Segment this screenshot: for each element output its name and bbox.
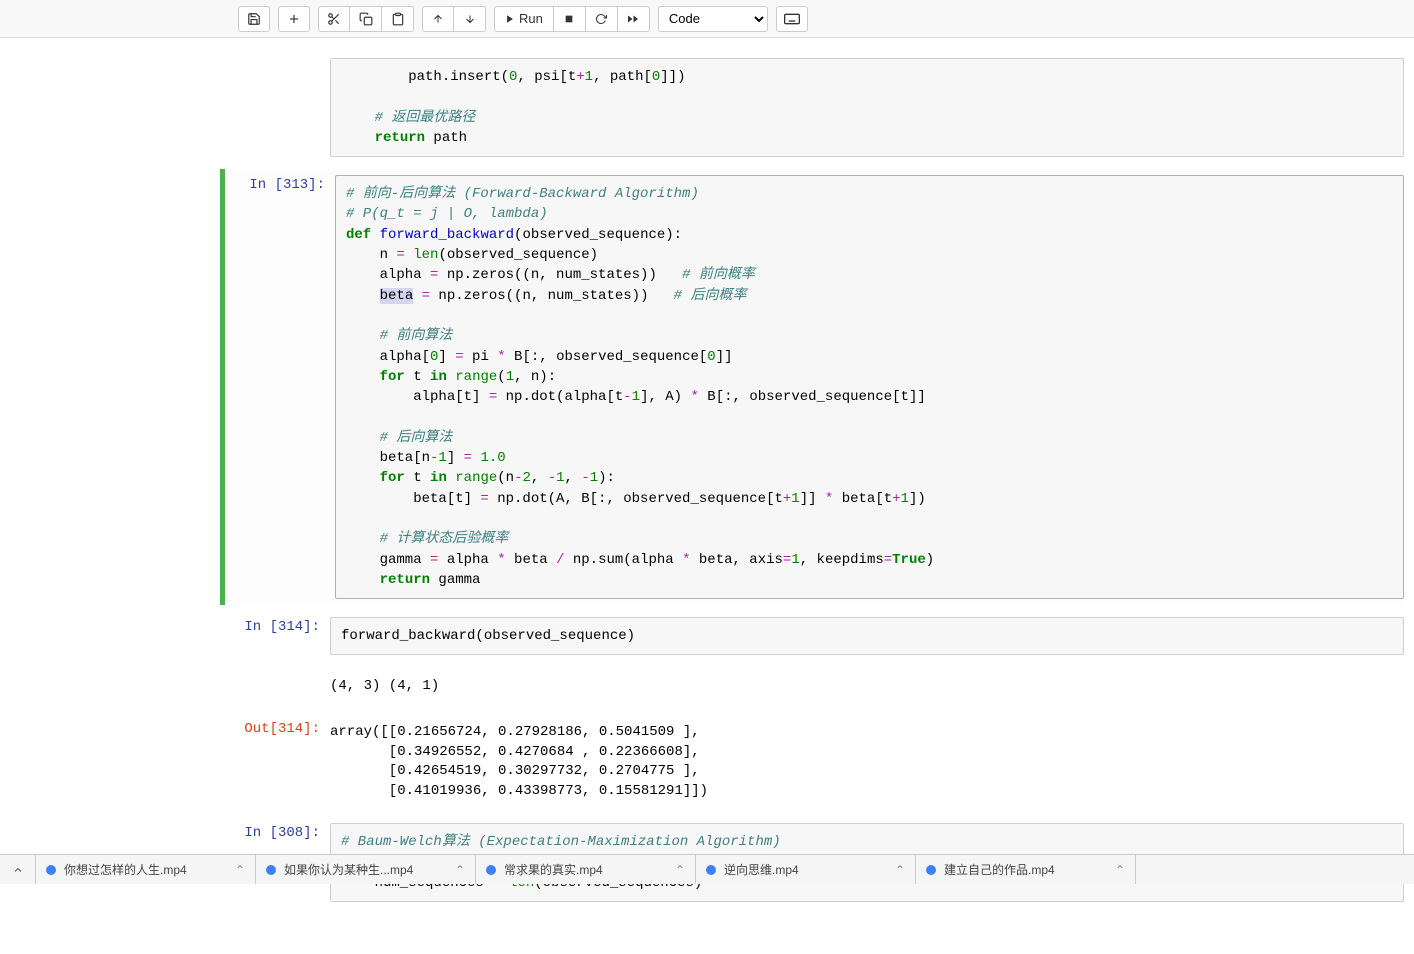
output-cell: Out[314]: array([[0.21656724, 0.27928186…	[220, 713, 1404, 811]
expand-tabs-button[interactable]	[0, 855, 36, 884]
chevron-up-icon: ⌃	[1115, 863, 1125, 877]
keyboard-icon	[784, 13, 800, 25]
download-filename: 如果你认为某种生...mp4	[284, 861, 413, 878]
chevron-up-icon: ⌃	[895, 863, 905, 877]
download-item[interactable]: 逆向思维.mp4 ⌃	[696, 855, 916, 884]
copy-icon	[359, 12, 373, 26]
download-item[interactable]: 常求果的真实.mp4 ⌃	[476, 855, 696, 884]
interrupt-button[interactable]	[554, 6, 586, 32]
paste-button[interactable]	[382, 6, 414, 32]
run-button-label: Run	[519, 11, 543, 26]
download-filename: 建立自己的作品.mp4	[944, 861, 1055, 878]
move-up-button[interactable]	[422, 6, 454, 32]
stop-icon	[564, 14, 574, 24]
copy-button[interactable]	[350, 6, 382, 32]
chevron-up-icon: ⌃	[235, 863, 245, 877]
download-filename: 逆向思维.mp4	[724, 861, 799, 878]
execute-result: array([[0.21656724, 0.27928186, 0.504150…	[330, 719, 1404, 805]
restart-icon	[595, 13, 607, 25]
download-filename: 常求果的真实.mp4	[504, 861, 603, 878]
code-editor[interactable]: forward_backward(observed_sequence)	[330, 617, 1404, 655]
notebook-container: path.insert(0, psi[t+1, path[0]]) # 返回最优…	[0, 38, 1414, 954]
output-prompt: Out[314]:	[220, 715, 330, 809]
save-button[interactable]	[238, 6, 270, 32]
file-status-dot	[486, 865, 496, 875]
file-status-dot	[926, 865, 936, 875]
code-cell[interactable]: path.insert(0, psi[t+1, path[0]]) # 返回最优…	[220, 52, 1404, 163]
download-filename: 你想过怎样的人生.mp4	[64, 861, 187, 878]
download-item[interactable]: 如果你认为某种生...mp4 ⌃	[256, 855, 476, 884]
output-cell: (4, 3) (4, 1)	[220, 667, 1404, 707]
input-prompt: In [314]:	[220, 613, 330, 659]
paste-icon	[391, 12, 405, 26]
input-prompt: In [313]:	[225, 171, 335, 603]
arrow-up-icon	[432, 13, 444, 25]
chevron-up-icon	[12, 864, 24, 876]
chevron-up-icon: ⌃	[675, 863, 685, 877]
cell-type-select[interactable]: Code	[658, 6, 768, 32]
save-icon	[247, 12, 261, 26]
chevron-up-icon: ⌃	[455, 863, 465, 877]
code-editor[interactable]: # 前向-后向算法 (Forward-Backward Algorithm) #…	[335, 175, 1404, 599]
file-status-dot	[266, 865, 276, 875]
input-prompt	[220, 54, 330, 161]
code-editor[interactable]: path.insert(0, psi[t+1, path[0]]) # 返回最优…	[330, 58, 1404, 157]
output-prompt	[220, 669, 330, 705]
notebook-toolbar: Run Code	[0, 0, 1414, 38]
download-bar: 你想过怎样的人生.mp4 ⌃ 如果你认为某种生...mp4 ⌃ 常求果的真实.m…	[0, 854, 1414, 884]
file-status-dot	[46, 865, 56, 875]
fast-forward-icon	[627, 13, 639, 25]
plus-icon	[287, 12, 301, 26]
restart-run-all-button[interactable]	[618, 6, 650, 32]
code-cell-selected[interactable]: In [313]: # 前向-后向算法 (Forward-Backward Al…	[220, 169, 1404, 605]
stdout-text: (4, 3) (4, 1)	[330, 673, 1404, 701]
cut-icon	[327, 12, 341, 26]
run-button[interactable]: Run	[494, 6, 554, 32]
play-icon	[505, 14, 515, 24]
cut-button[interactable]	[318, 6, 350, 32]
download-item[interactable]: 你想过怎样的人生.mp4 ⌃	[36, 855, 256, 884]
insert-cell-button[interactable]	[278, 6, 310, 32]
arrow-down-icon	[464, 13, 476, 25]
file-status-dot	[706, 865, 716, 875]
download-item[interactable]: 建立自己的作品.mp4 ⌃	[916, 855, 1136, 884]
move-down-button[interactable]	[454, 6, 486, 32]
restart-button[interactable]	[586, 6, 618, 32]
command-palette-button[interactable]	[776, 6, 808, 32]
code-cell[interactable]: In [314]: forward_backward(observed_sequ…	[220, 611, 1404, 661]
